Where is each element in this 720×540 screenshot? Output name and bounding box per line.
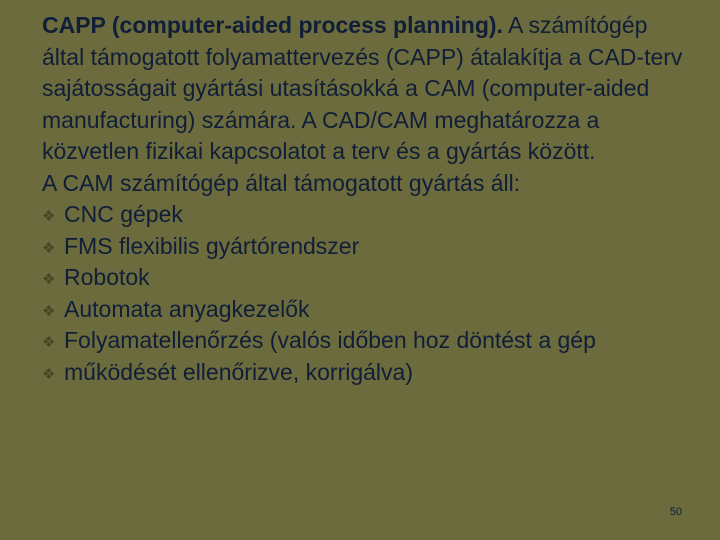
page-number: 50 <box>670 506 682 518</box>
list-item: működését ellenőrizve, korrigálva) <box>42 357 690 389</box>
list-item: Robotok <box>42 262 690 294</box>
paragraph-1: CAPP (computer-aided process planning). … <box>42 10 690 168</box>
paragraph-2: A CAM számítógép által támogatott gyártá… <box>42 168 690 200</box>
list-item: Automata anyagkezelők <box>42 294 690 326</box>
list-item: FMS flexibilis gyártórendszer <box>42 231 690 263</box>
slide: CAPP (computer-aided process planning). … <box>0 0 720 540</box>
bullet-list: CNC gépek FMS flexibilis gyártórendszer … <box>42 199 690 388</box>
slide-body: CAPP (computer-aided process planning). … <box>42 10 690 388</box>
list-item: CNC gépek <box>42 199 690 231</box>
term-capp: CAPP (computer-aided process planning). <box>42 12 503 38</box>
list-item: Folyamatellenőrzés (valós időben hoz dön… <box>42 325 690 357</box>
